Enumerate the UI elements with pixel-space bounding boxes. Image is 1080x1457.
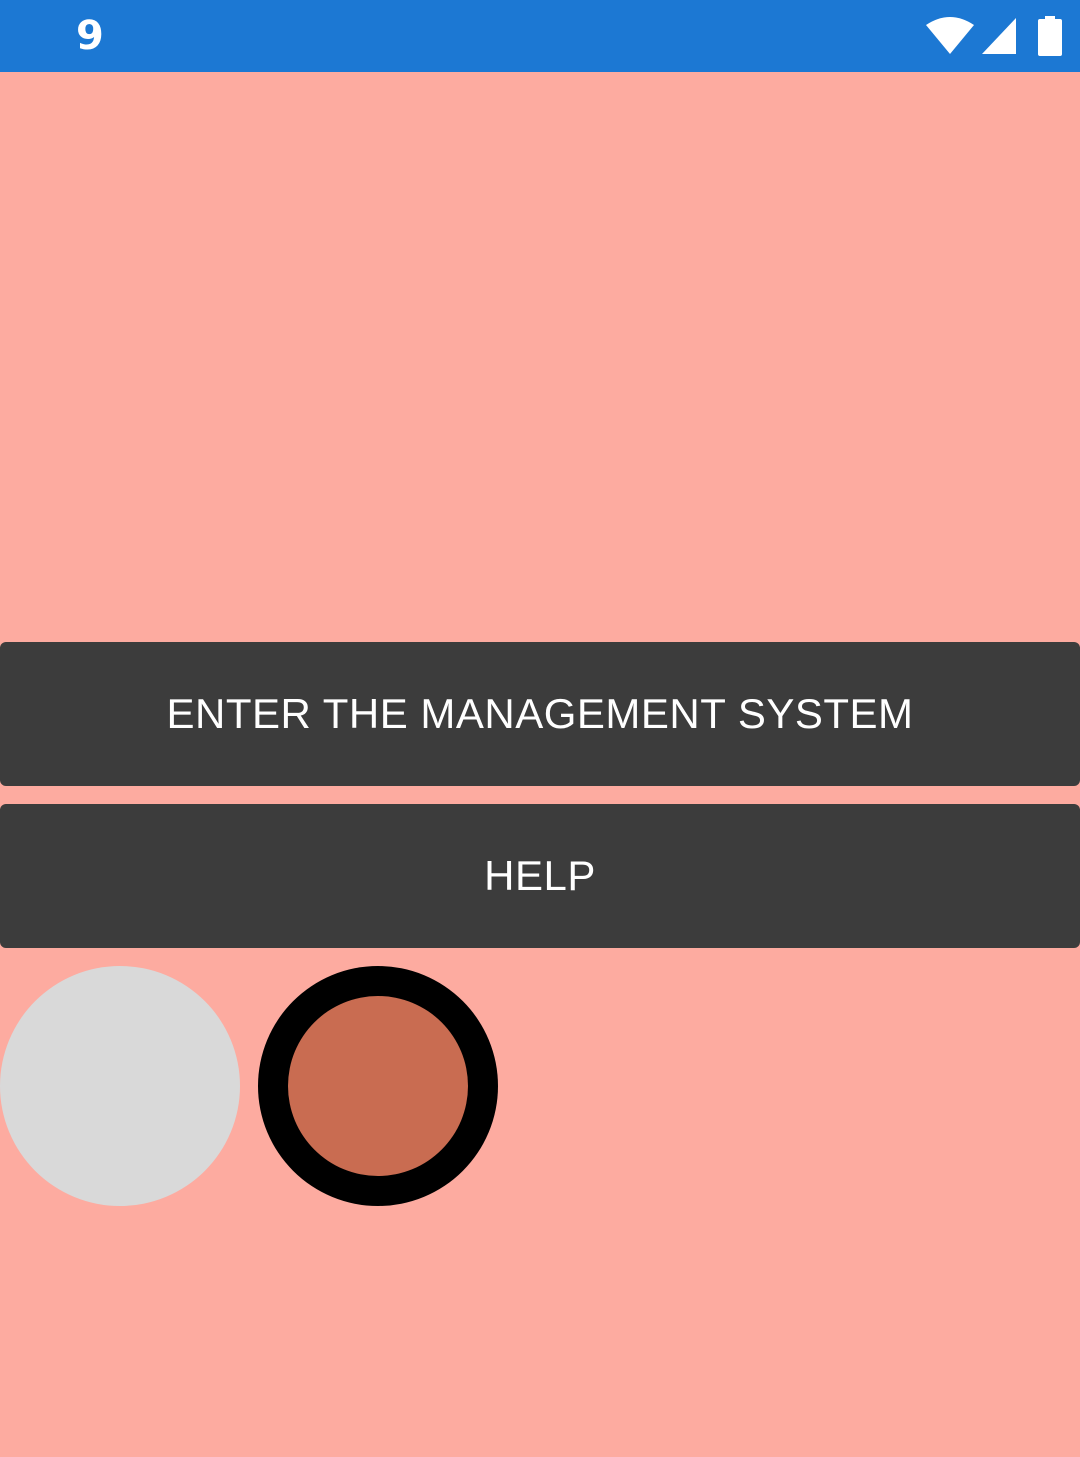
battery-icon [1038, 16, 1062, 56]
ringed-circle-fill [288, 996, 468, 1176]
status-time: 9 [76, 13, 104, 59]
status-icons [926, 16, 1062, 56]
light-gray-circle[interactable] [0, 966, 240, 1206]
wifi-icon [926, 17, 974, 55]
enter-management-system-label: ENTER THE MANAGEMENT SYSTEM [166, 690, 914, 737]
enter-management-system-button[interactable]: ENTER THE MANAGEMENT SYSTEM [0, 642, 1080, 786]
status-bar: 9 [0, 0, 1080, 72]
help-label: HELP [484, 852, 596, 899]
ringed-circle[interactable] [258, 966, 498, 1206]
cell-signal-icon [982, 18, 1016, 54]
help-button[interactable]: HELP [0, 804, 1080, 948]
